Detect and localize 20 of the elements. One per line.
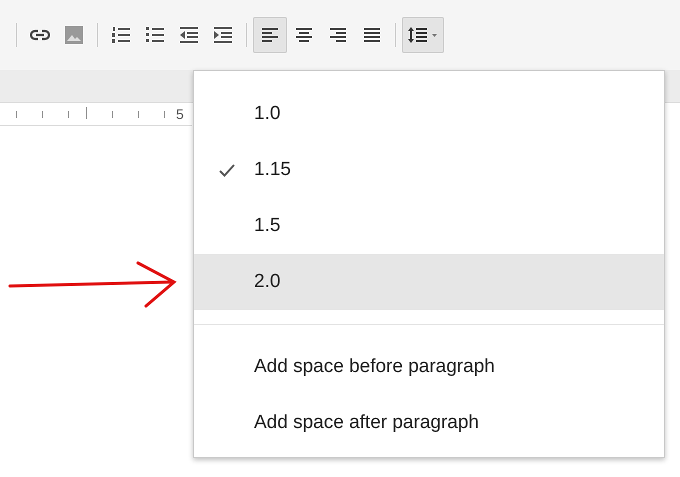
bulleted-list-icon — [146, 27, 164, 43]
menu-item[interactable]: Add space before paragraph — [194, 339, 664, 395]
menu-item[interactable]: Add space after paragraph — [194, 395, 664, 451]
indent-icon — [214, 27, 232, 43]
menu-item[interactable]: 1.0 — [194, 86, 664, 142]
image-icon — [65, 26, 83, 44]
align-left-button[interactable] — [253, 17, 287, 53]
align-right-icon — [330, 28, 346, 42]
menu-item[interactable]: 1.15 — [194, 142, 664, 198]
link-icon — [30, 29, 50, 41]
outdent-icon — [180, 27, 198, 43]
justify-icon — [364, 28, 380, 42]
menu-item[interactable]: 2.0 — [194, 254, 664, 310]
align-left-icon — [262, 28, 278, 42]
line-spacing-button[interactable] — [402, 17, 444, 53]
line-spacing-icon — [408, 27, 438, 43]
numbered-list-icon — [112, 27, 130, 43]
ruler-number: 5 — [176, 106, 184, 122]
align-center-icon — [296, 28, 312, 42]
menu-item[interactable]: 1.5 — [194, 198, 664, 254]
